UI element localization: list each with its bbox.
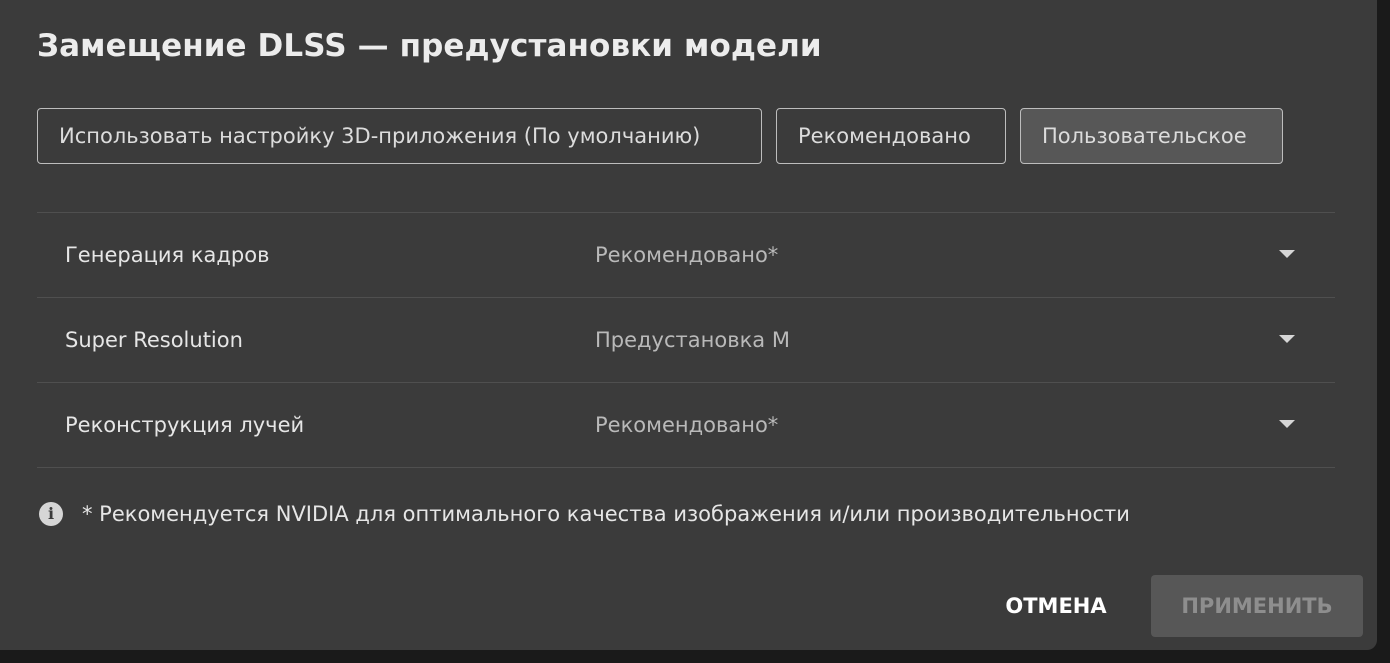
cancel-button[interactable]: ОТМЕНА — [990, 576, 1122, 636]
recommendation-note: i * Рекомендуется NVIDIA для оптимальног… — [39, 502, 1130, 526]
setting-label: Super Resolution — [65, 328, 243, 352]
setting-row-super-resolution[interactable]: Super Resolution Предустановка M — [37, 298, 1335, 383]
chevron-down-icon[interactable] — [1279, 250, 1295, 258]
chevron-down-icon[interactable] — [1279, 335, 1295, 343]
setting-value-dropdown[interactable]: Рекомендовано* — [595, 383, 778, 467]
preset-selector: Использовать настройку 3D-приложения (По… — [37, 108, 1283, 164]
settings-list: Генерация кадров Рекомендовано* Super Re… — [37, 212, 1335, 468]
preset-recommended-button[interactable]: Рекомендовано — [776, 108, 1006, 164]
setting-label: Реконструкция лучей — [65, 413, 305, 437]
preset-use-3d-app-setting-button[interactable]: Использовать настройку 3D-приложения (По… — [37, 108, 762, 164]
apply-button[interactable]: ПРИМЕНИТЬ — [1151, 575, 1363, 637]
setting-label: Генерация кадров — [65, 243, 270, 267]
setting-value-dropdown[interactable]: Предустановка M — [595, 298, 790, 382]
dlss-override-dialog: Замещение DLSS — предустановки модели Ис… — [0, 0, 1377, 650]
chevron-down-icon[interactable] — [1279, 420, 1295, 428]
note-text: * Рекомендуется NVIDIA для оптимального … — [82, 502, 1130, 526]
setting-row-ray-reconstruction[interactable]: Реконструкция лучей Рекомендовано* — [37, 383, 1335, 468]
info-icon: i — [39, 502, 63, 526]
dialog-title: Замещение DLSS — предустановки модели — [37, 28, 822, 64]
setting-row-frame-generation[interactable]: Генерация кадров Рекомендовано* — [37, 213, 1335, 298]
setting-value-dropdown[interactable]: Рекомендовано* — [595, 213, 778, 297]
preset-custom-button[interactable]: Пользовательское — [1020, 108, 1283, 164]
